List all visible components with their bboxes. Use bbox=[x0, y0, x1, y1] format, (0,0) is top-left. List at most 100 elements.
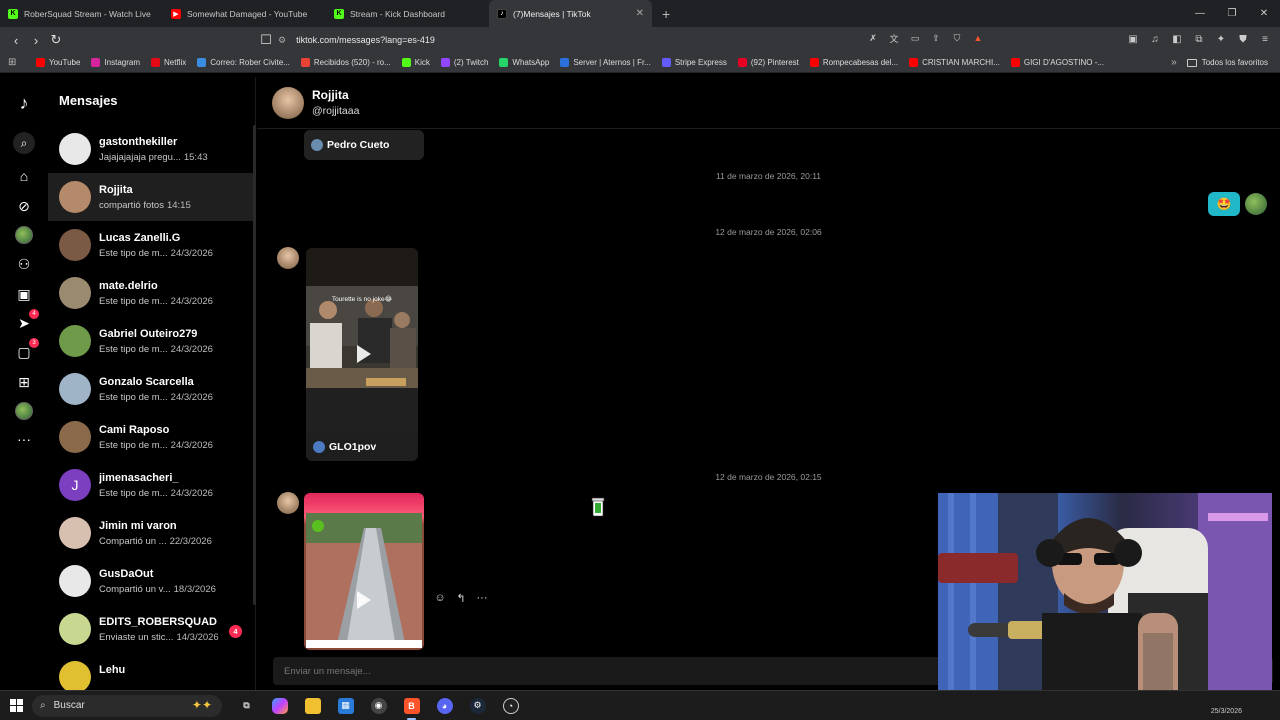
bookmark-item[interactable]: YouTube bbox=[36, 58, 80, 67]
extensions-icon[interactable]: ⧉ bbox=[1192, 31, 1206, 47]
copilot-icon[interactable] bbox=[263, 691, 296, 720]
trash-cursor-icon bbox=[591, 497, 605, 517]
brave-rewards-icon[interactable]: ▲ bbox=[971, 31, 985, 45]
conversation-item[interactable]: Rojjita compartió fotos 14:15 bbox=[48, 173, 256, 221]
apps-grid-icon[interactable]: ⊞ bbox=[8, 57, 22, 68]
bookmark-item[interactable]: Stripe Express bbox=[661, 58, 727, 67]
discord-icon[interactable]: ◕ bbox=[428, 691, 461, 720]
messages-icon[interactable]: ▢ 3 bbox=[14, 338, 39, 362]
conversation-item[interactable]: Cami Raposo Este tipo de m... 24/3/2026 bbox=[48, 413, 256, 461]
avatar bbox=[59, 565, 91, 597]
restore-icon[interactable]: ❐ bbox=[1216, 0, 1248, 27]
cast-icon[interactable]: ▭ bbox=[908, 31, 922, 45]
browser-tab[interactable]: K Stream - Kick Dashboard bbox=[326, 0, 489, 27]
shared-video-card[interactable] bbox=[304, 493, 424, 650]
music-icon[interactable]: ♫ bbox=[1148, 31, 1162, 47]
conversation-item[interactable]: Jjimenasacheri_ Este tipo de m... 24/3/202… bbox=[48, 461, 256, 509]
close-tab-icon[interactable]: ✕ bbox=[636, 8, 644, 19]
bookmark-item[interactable]: Recibidos (520) - ro... bbox=[300, 58, 391, 67]
obs-studio-icon[interactable]: ◔ bbox=[494, 691, 527, 720]
browser-tab[interactable]: ▶ Somewhat Damaged - YouTube bbox=[163, 0, 326, 27]
chat-contact-avatar[interactable] bbox=[272, 87, 304, 119]
steam-icon[interactable]: ⚙ bbox=[461, 691, 494, 720]
brave-browser-icon[interactable]: B bbox=[395, 691, 428, 720]
conversation-meta: mate.delrio Este tipo de m... 24/3/2026 bbox=[99, 280, 213, 307]
more-icon[interactable]: ··· bbox=[14, 429, 34, 449]
friends-icon[interactable]: ⚇ bbox=[14, 254, 34, 274]
explore-icon[interactable]: ⊘ bbox=[14, 196, 34, 216]
new-tab-button[interactable]: + bbox=[652, 6, 680, 22]
conversation-item[interactable]: gastonthekiller Jajajajajaja pregu... 15:4… bbox=[48, 125, 256, 173]
browser-tab-active[interactable]: ♪ (7)Mensajes | TikTok ✕ bbox=[489, 0, 652, 27]
more-options-icon[interactable]: ··· bbox=[475, 591, 489, 605]
play-icon[interactable] bbox=[357, 591, 371, 609]
conversation-item[interactable]: Gonzalo Scarcella Este tipo de m... 24/3/2… bbox=[48, 365, 256, 413]
bookmark-item[interactable]: Server | Aternos | Fr... bbox=[560, 58, 651, 67]
chat-contact-name[interactable]: Rojjita bbox=[312, 88, 349, 102]
forward-icon[interactable]: › bbox=[26, 30, 46, 50]
bookmark-item[interactable]: WhatsApp bbox=[499, 58, 549, 67]
conversation-meta: Lehu bbox=[99, 664, 125, 691]
close-window-icon[interactable]: ✕ bbox=[1248, 0, 1280, 27]
reply-icon[interactable]: ↰ bbox=[454, 591, 468, 605]
bookmark-item[interactable]: Correo: Rober Civite... bbox=[197, 58, 290, 67]
conversation-item[interactable]: Lucas Zanelli.G Este tipo de m... 24/3/202… bbox=[48, 221, 256, 269]
sidebar-icon[interactable]: ◧ bbox=[1170, 31, 1184, 47]
chat-contact-handle[interactable]: @rojjitaaa bbox=[312, 105, 359, 117]
conversation-time: 14/3/2026 bbox=[176, 631, 219, 643]
more-bookmarks-icon[interactable]: » bbox=[1171, 57, 1177, 68]
conversation-item[interactable]: GusDaOut Compartió un v... 18/3/2026 bbox=[48, 557, 256, 605]
taskbar-search[interactable]: ⌕ Buscar ✦✦ bbox=[32, 694, 222, 717]
play-icon[interactable] bbox=[357, 345, 371, 363]
profile-avatar[interactable] bbox=[14, 401, 34, 421]
following-avatar[interactable] bbox=[14, 225, 34, 245]
bookmark-item[interactable]: GIGI D'AGOSTINO -... bbox=[1010, 58, 1104, 67]
react-emoji-icon[interactable]: ☺ bbox=[433, 591, 447, 605]
bookmark-item[interactable]: Kick bbox=[401, 58, 430, 67]
conversation-item[interactable]: Jimin mi varon Compartió un ... 22/3/2026 bbox=[48, 509, 256, 557]
conversation-item[interactable]: Gabriel Outeiro279 Este tipo de m... 24/3/… bbox=[48, 317, 256, 365]
bookmark-icon[interactable]: ☐ bbox=[256, 30, 276, 50]
ai-icon[interactable]: ✦ bbox=[1214, 31, 1228, 47]
tiktok-logo-icon[interactable]: ♪ bbox=[14, 93, 34, 113]
conversation-scrollbar[interactable] bbox=[253, 125, 256, 605]
upload-icon[interactable]: ⊞ bbox=[14, 372, 34, 392]
sent-message-bubble[interactable]: 🤩 bbox=[1208, 192, 1240, 216]
windows-start-icon[interactable] bbox=[0, 699, 32, 712]
file-explorer-icon[interactable] bbox=[296, 691, 329, 720]
site-info-icon[interactable]: ⚙ bbox=[278, 35, 286, 46]
task-view-icon[interactable]: ⧉ bbox=[230, 691, 263, 720]
browser-tab-strip: K RoberSquad Stream - Watch Live ▶ Somew… bbox=[0, 0, 1280, 27]
brave-shields-icon[interactable]: ⛉ bbox=[950, 31, 964, 45]
conversation-item[interactable]: EDITS_ROBERSQUAD Enviaste un stic... 14/3/… bbox=[48, 605, 256, 653]
wallet-icon[interactable]: ▣ bbox=[1126, 31, 1140, 47]
sender-avatar[interactable] bbox=[277, 247, 299, 269]
conversation-item[interactable]: mate.delrio Este tipo de m... 24/3/2026 bbox=[48, 269, 256, 317]
vpn-icon[interactable]: ⛊ bbox=[1236, 31, 1250, 47]
bookmark-item[interactable]: (2) Twitch bbox=[440, 58, 488, 67]
search-icon[interactable]: ⌕ bbox=[13, 132, 35, 154]
bookmark-item[interactable]: (92) Pinterest bbox=[737, 58, 799, 67]
share-icon[interactable]: ⇪ bbox=[929, 31, 943, 45]
bookmark-item[interactable]: Netflix bbox=[151, 58, 186, 67]
shared-video-card[interactable]: Tourette is no joke😂 GLO1pov bbox=[306, 248, 418, 461]
reload-icon[interactable]: ↻ bbox=[46, 30, 66, 50]
home-icon[interactable]: ⌂ bbox=[14, 166, 34, 186]
back-icon[interactable]: ‹ bbox=[6, 30, 26, 50]
minimize-icon[interactable]: — bbox=[1184, 0, 1216, 27]
bookmark-item[interactable]: Instagram bbox=[91, 58, 140, 67]
translate-icon[interactable]: 文 bbox=[887, 31, 901, 45]
browser-tab[interactable]: K RoberSquad Stream - Watch Live bbox=[0, 0, 163, 27]
inbox-icon[interactable]: ➤ 4 bbox=[14, 309, 39, 333]
menu-icon[interactable]: ≡ bbox=[1258, 31, 1272, 47]
conversation-preview-line: Compartió un ... 22/3/2026 bbox=[99, 536, 212, 547]
all-bookmarks-button[interactable]: Todos los favoritos bbox=[1186, 58, 1268, 67]
sender-avatar[interactable] bbox=[277, 492, 299, 514]
live-icon[interactable]: ▣ bbox=[14, 284, 34, 304]
store-icon[interactable]: ▦ bbox=[329, 691, 362, 720]
bookmark-item[interactable]: Rompecabesas del... bbox=[809, 58, 898, 67]
shared-video-card[interactable]: Pedro Cueto bbox=[304, 130, 424, 160]
obs-icon[interactable]: ◉ bbox=[362, 691, 395, 720]
bookmark-item[interactable]: CRISTIAN MARCHI... bbox=[909, 58, 1000, 67]
mute-icon[interactable]: ✗ bbox=[866, 31, 880, 45]
